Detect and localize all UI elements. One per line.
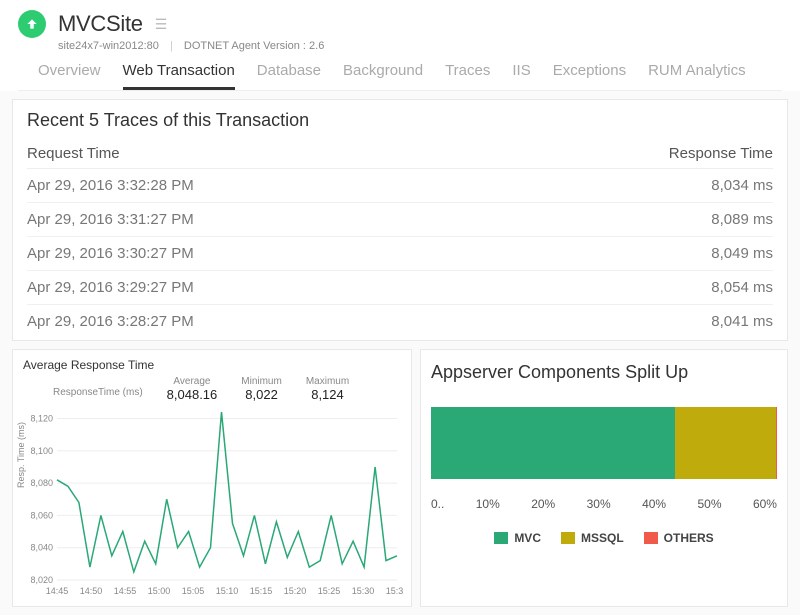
legend: MVC MSSQL OTHERS bbox=[431, 531, 777, 545]
avg-response-chart-card: Average Response Time ResponseTime (ms) … bbox=[12, 349, 412, 607]
bar-segment-others bbox=[776, 407, 777, 479]
menu-icon[interactable]: ☰ bbox=[155, 16, 168, 33]
col-request-time: Request Time bbox=[27, 145, 120, 162]
tab-web-transaction[interactable]: Web Transaction bbox=[123, 62, 235, 90]
tab-traces[interactable]: Traces bbox=[445, 62, 490, 90]
stat-maximum: Maximum 8,124 bbox=[306, 376, 349, 402]
line-chart: Resp. Time (ms) 8,0208,0408,0608,0808,10… bbox=[23, 408, 401, 598]
table-row[interactable]: Apr 29, 2016 3:31:27 PM 8,089 ms bbox=[27, 203, 773, 237]
svg-text:14:55: 14:55 bbox=[114, 586, 137, 596]
x-axis-ticks: 0.. 10% 20% 30% 40% 50% 60% bbox=[431, 497, 777, 511]
svg-text:14:50: 14:50 bbox=[80, 586, 103, 596]
bar-segment-mvc bbox=[431, 407, 675, 479]
cell-resp: 8,089 ms bbox=[711, 211, 773, 228]
svg-text:15:15: 15:15 bbox=[250, 586, 273, 596]
svg-text:15:00: 15:00 bbox=[148, 586, 171, 596]
host-label: site24x7-win2012:80 bbox=[58, 40, 159, 52]
tab-overview[interactable]: Overview bbox=[38, 62, 101, 90]
chart-title: Appserver Components Split Up bbox=[431, 362, 777, 383]
recent-traces-card: Recent 5 Traces of this Transaction Requ… bbox=[12, 99, 788, 341]
y-axis-label: Resp. Time (ms) bbox=[16, 422, 26, 488]
svg-text:8,120: 8,120 bbox=[30, 413, 53, 423]
cell-time: Apr 29, 2016 3:28:27 PM bbox=[27, 313, 194, 330]
cell-resp: 8,041 ms bbox=[711, 313, 773, 330]
svg-text:15:20: 15:20 bbox=[284, 586, 307, 596]
stat-minimum: Minimum 8,022 bbox=[241, 376, 282, 402]
svg-text:8,080: 8,080 bbox=[30, 478, 53, 488]
cell-resp: 8,034 ms bbox=[711, 177, 773, 194]
tab-database[interactable]: Database bbox=[257, 62, 321, 90]
legend-item-mssql: MSSQL bbox=[561, 531, 624, 545]
svg-text:8,040: 8,040 bbox=[30, 543, 53, 553]
cell-time: Apr 29, 2016 3:30:27 PM bbox=[27, 245, 194, 262]
svg-text:15:10: 15:10 bbox=[216, 586, 239, 596]
cell-resp: 8,054 ms bbox=[711, 279, 773, 296]
agent-label: DOTNET Agent Version : 2.6 bbox=[184, 40, 324, 52]
svg-text:15:30: 15:30 bbox=[352, 586, 375, 596]
bar-segment-mssql bbox=[675, 407, 776, 479]
col-response-time: Response Time bbox=[669, 145, 773, 162]
svg-text:8,100: 8,100 bbox=[30, 446, 53, 456]
table-row[interactable]: Apr 29, 2016 3:30:27 PM 8,049 ms bbox=[27, 237, 773, 271]
svg-text:8,060: 8,060 bbox=[30, 510, 53, 520]
split-up-card: Appserver Components Split Up 0.. 10% 20… bbox=[420, 349, 788, 607]
table-row[interactable]: Apr 29, 2016 3:29:27 PM 8,054 ms bbox=[27, 271, 773, 305]
table-row[interactable]: Apr 29, 2016 3:28:27 PM 8,041 ms bbox=[27, 305, 773, 340]
tab-exceptions[interactable]: Exceptions bbox=[553, 62, 626, 90]
tab-bar: Overview Web Transaction Database Backgr… bbox=[18, 62, 782, 91]
stat-average: Average 8,048.16 bbox=[167, 376, 218, 402]
cell-time: Apr 29, 2016 3:31:27 PM bbox=[27, 211, 194, 228]
cell-time: Apr 29, 2016 3:29:27 PM bbox=[27, 279, 194, 296]
legend-item-mvc: MVC bbox=[494, 531, 541, 545]
svg-text:15:05: 15:05 bbox=[182, 586, 205, 596]
stat-series: ResponseTime (ms) bbox=[53, 376, 143, 402]
svg-text:8,020: 8,020 bbox=[30, 575, 53, 585]
stacked-bar-chart bbox=[431, 407, 777, 479]
chart-title: Average Response Time bbox=[23, 358, 401, 372]
header-subtitle: site24x7-win2012:80 | DOTNET Agent Versi… bbox=[58, 40, 782, 52]
svg-text:15:25: 15:25 bbox=[318, 586, 341, 596]
tab-iis[interactable]: IIS bbox=[512, 62, 530, 90]
svg-text:15:35: 15:35 bbox=[386, 586, 403, 596]
table-row[interactable]: Apr 29, 2016 3:32:28 PM 8,034 ms bbox=[27, 169, 773, 203]
page-header: MVCSite ☰ site24x7-win2012:80 | DOTNET A… bbox=[0, 0, 800, 91]
chart-stats: ResponseTime (ms) Average 8,048.16 Minim… bbox=[53, 376, 401, 402]
svg-text:14:45: 14:45 bbox=[46, 586, 69, 596]
cell-resp: 8,049 ms bbox=[711, 245, 773, 262]
legend-item-others: OTHERS bbox=[644, 531, 714, 545]
card-title: Recent 5 Traces of this Transaction bbox=[27, 110, 773, 131]
table-header: Request Time Response Time bbox=[27, 139, 773, 169]
app-title: MVCSite bbox=[58, 11, 143, 37]
tab-rum-analytics[interactable]: RUM Analytics bbox=[648, 62, 746, 90]
arrow-up-icon bbox=[18, 10, 46, 38]
tab-background[interactable]: Background bbox=[343, 62, 423, 90]
cell-time: Apr 29, 2016 3:32:28 PM bbox=[27, 177, 194, 194]
